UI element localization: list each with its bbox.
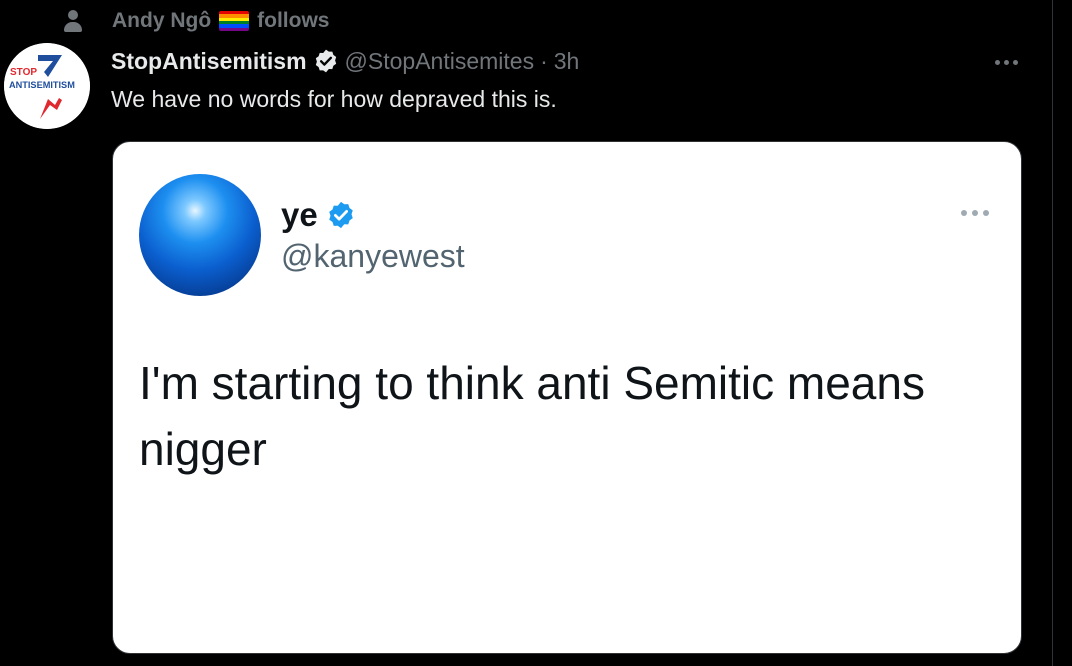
person-icon	[62, 9, 84, 33]
more-options-button[interactable]	[986, 48, 1026, 76]
quoted-more-options-button[interactable]	[953, 202, 997, 224]
author-display-name[interactable]: StopAntisemitism	[111, 48, 307, 75]
tweet-text: We have no words for how depraved this i…	[111, 86, 557, 112]
context-follows-label: follows	[257, 9, 330, 32]
tweet-timestamp[interactable]: 3h	[554, 48, 580, 75]
logo-text-stop: STOP	[10, 67, 37, 78]
context-user-name[interactable]: Andy Ngô	[112, 9, 211, 33]
tweet-header: StopAntisemitism @StopAntisemites · 3h	[111, 46, 579, 76]
author-handle[interactable]: @StopAntisemites	[345, 48, 535, 75]
quoted-tweet-card[interactable]: ye @kanyewest I'm starting to think anti…	[112, 141, 1022, 654]
stop-antisemitism-logo: STOP ANTISEMITISM	[4, 43, 90, 129]
timeline-page: Andy Ngô follows STOP ANTISEMITISM StopA…	[0, 0, 1072, 666]
quoted-author-avatar[interactable]	[139, 174, 261, 296]
verified-badge-icon	[326, 200, 356, 230]
column-divider	[1052, 0, 1053, 666]
quoted-tweet-text: I'm starting to think anti Semitic means…	[139, 357, 925, 475]
author-avatar[interactable]: STOP ANTISEMITISM	[4, 43, 90, 129]
verified-badge-icon	[313, 48, 339, 74]
more-dots-icon	[961, 210, 967, 216]
quoted-display-name[interactable]: ye	[281, 196, 318, 234]
more-dots-icon	[994, 59, 1000, 65]
logo-text-antisemitism: ANTISEMITISM	[9, 80, 75, 90]
handle-time-separator: ·	[540, 47, 548, 74]
social-context[interactable]: Andy Ngô follows	[62, 8, 330, 34]
quoted-handle[interactable]: @kanyewest	[281, 238, 465, 275]
rainbow-flag-icon	[219, 11, 250, 31]
quoted-name-row: ye	[281, 196, 356, 234]
